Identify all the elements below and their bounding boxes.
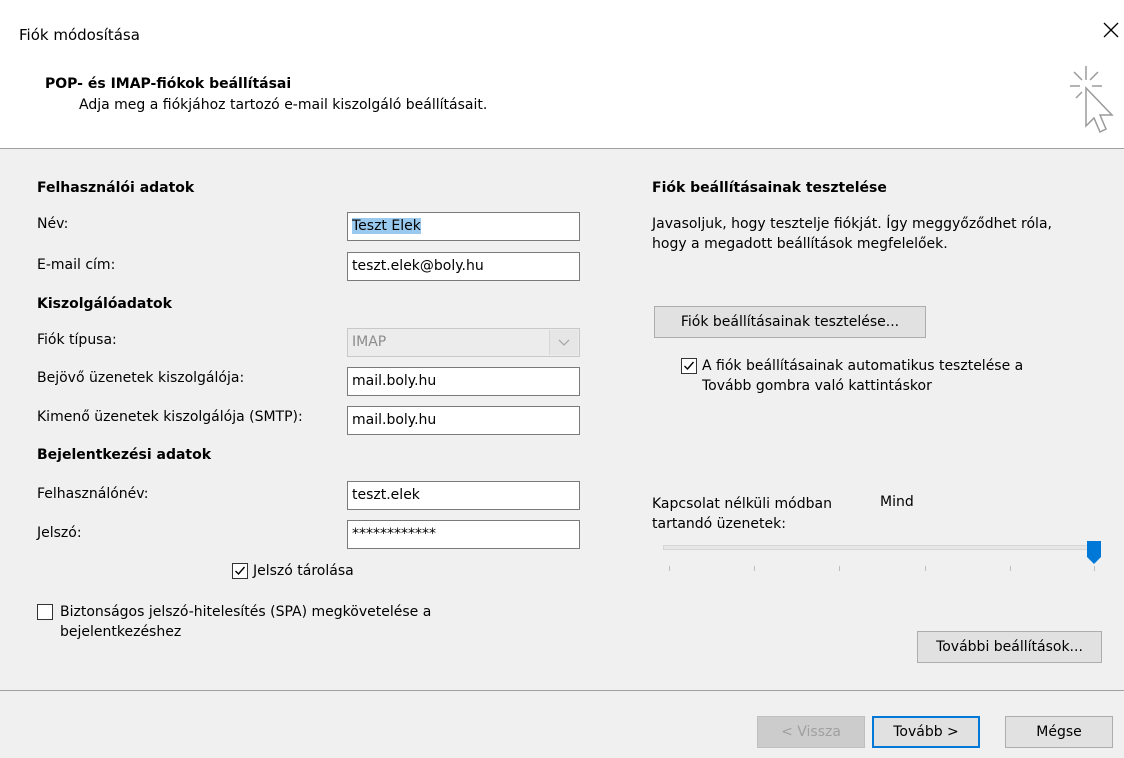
page-subtitle: Adja meg a fiókjához tartozó e-mail kisz… [79,97,488,113]
back-button[interactable]: < Vissza [757,716,865,748]
email-label: E-mail cím: [37,257,116,273]
test-description: Javasoljuk, hogy tesztelje fiókját. Így … [652,214,1052,254]
auto-test-label: A fiók beállításainak automatikus teszte… [702,356,1023,396]
offline-label-line1: Kapcsolat nélküli módban [652,496,832,512]
login-info-heading: Bejelentkezési adatok [37,447,212,463]
username-label: Felhasználónév: [37,486,149,502]
name-label: Név: [37,216,69,232]
password-input[interactable]: ************ [347,520,580,549]
spa-label-line2: bejelentkezéshez [60,624,182,640]
spa-label: Biztonságos jelszó-hitelesítés (SPA) meg… [60,602,431,642]
outgoing-server-label: Kimenő üzenetek kiszolgálója (SMTP): [37,409,303,425]
server-info-heading: Kiszolgálóadatok [37,296,172,312]
page-title: POP- és IMAP-fiókok beállításai [45,76,292,92]
offline-value: Mind [880,494,914,510]
cancel-button[interactable]: Mégse [1005,716,1113,748]
test-description-line1: Javasoljuk, hogy tesztelje fiókját. Így … [652,216,1052,232]
offline-slider-thumb[interactable] [1087,541,1101,565]
test-account-button[interactable]: Fiók beállításainak tesztelése... [654,306,926,338]
slider-tick [839,566,840,571]
title-bar [0,0,1124,54]
outgoing-server-input[interactable]: mail.boly.hu [347,406,580,435]
auto-test-label-line1: A fiók beállításainak automatikus teszte… [702,358,1024,374]
name-input-value: Teszt Elek [352,218,421,234]
incoming-server-label: Bejövő üzenetek kiszolgálója: [37,370,245,386]
email-input[interactable]: teszt.elek@boly.hu [347,252,580,281]
close-icon[interactable] [1100,19,1122,41]
incoming-server-input[interactable]: mail.boly.hu [347,367,580,396]
account-type-value: IMAP [352,334,387,350]
chevron-down-icon [549,330,578,355]
slider-tick [925,566,926,571]
auto-test-checkbox[interactable] [681,358,697,374]
slider-tick [1094,566,1095,571]
name-input[interactable]: Teszt Elek [347,212,580,241]
wizard-cursor-icon [1058,60,1124,148]
test-settings-heading: Fiók beállításainak tesztelése [652,180,887,196]
remember-password-checkbox[interactable] [232,563,248,579]
footer-divider [0,690,1124,691]
offline-label-line2: tartandó üzenetek: [652,516,786,532]
remember-password-label: Jelszó tárolása [253,563,354,579]
window-title: Fiók módosítása [19,26,140,44]
account-type-select: IMAP [347,328,580,357]
slider-tick [754,566,755,571]
user-info-heading: Felhasználói adatok [37,180,195,196]
next-button[interactable]: Tovább > [872,716,980,748]
offline-label: Kapcsolat nélküli módban tartandó üzenet… [652,494,832,534]
more-settings-button[interactable]: További beállítások... [917,631,1102,663]
spa-checkbox[interactable] [37,604,53,620]
password-label: Jelszó: [37,525,82,541]
slider-tick [1010,566,1011,571]
username-input[interactable]: teszt.elek [347,481,580,510]
test-description-line2: hogy a megadott beállítások megfelelőek. [652,236,948,252]
slider-tick [669,566,670,571]
auto-test-label-line2: Tovább gombra való kattintáskor [702,378,932,394]
spa-label-line1: Biztonságos jelszó-hitelesítés (SPA) meg… [60,604,432,620]
account-type-label: Fiók típusa: [37,332,117,348]
offline-slider-track[interactable] [663,545,1101,550]
